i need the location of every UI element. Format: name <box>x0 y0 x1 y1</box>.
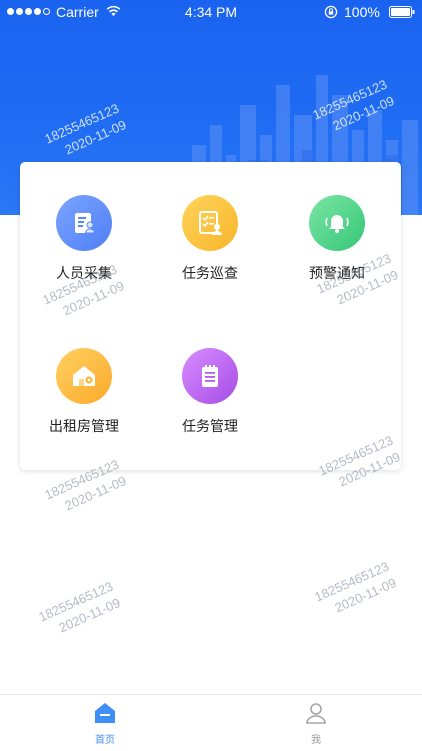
tab-home[interactable]: 首页 <box>65 701 145 746</box>
tab-me[interactable]: 我 <box>276 701 356 746</box>
home-icon <box>95 703 115 723</box>
bottom-tab-bar: 首页 我 <box>0 694 422 751</box>
menu-item-rental-management[interactable]: 出租房管理 <box>29 348 139 436</box>
battery-percentage: 100% <box>344 4 380 20</box>
menu-item-label: 任务巡查 <box>182 266 238 282</box>
alarm-bell-icon <box>309 195 365 251</box>
menu-item-label: 任务管理 <box>182 419 238 435</box>
watermark: 18255465123 2020-11-09 <box>312 558 399 616</box>
menu-item-person-collection[interactable]: 人员采集 <box>29 195 139 283</box>
menu-item-label: 人员采集 <box>56 266 112 282</box>
menu-item-label: 预警通知 <box>309 266 365 282</box>
watermark: 18255465123 2020-11-09 <box>36 578 123 636</box>
menu-item-alert-notice[interactable]: 预警通知 <box>282 195 392 283</box>
person-id-card-icon <box>56 195 112 251</box>
status-bar: Carrier 4:34 PM 100% <box>0 0 422 24</box>
rotation-lock-icon <box>324 5 338 19</box>
tab-label: 首页 <box>95 735 115 746</box>
tab-label: 我 <box>311 735 321 746</box>
task-list-icon <box>182 348 238 404</box>
battery-icon <box>389 6 415 18</box>
menu-item-task-inspection[interactable]: 任务巡查 <box>155 195 265 283</box>
person-icon <box>306 703 326 724</box>
rental-house-icon <box>56 348 112 404</box>
task-inspection-icon <box>182 195 238 251</box>
menu-item-task-management[interactable]: 任务管理 <box>155 348 265 436</box>
menu-item-label: 出租房管理 <box>49 419 119 435</box>
function-menu-card: 人员采集 任务巡查 预警通知 出租房管理 任务管理 <box>20 162 401 470</box>
